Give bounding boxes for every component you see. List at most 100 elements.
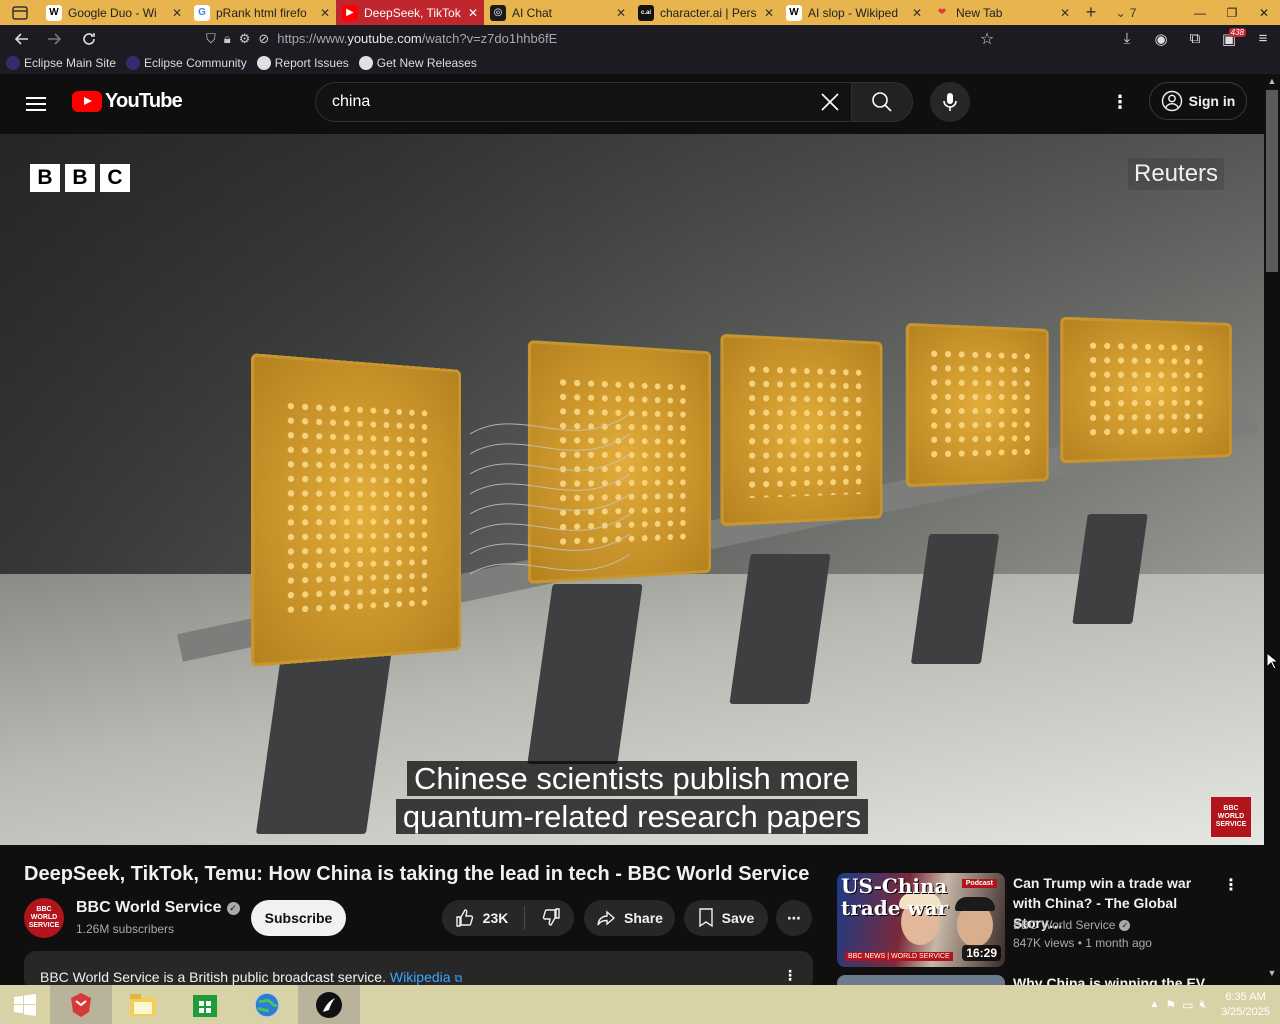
browser-tab[interactable]: ◎ AI Chat ✕ — [484, 0, 632, 25]
scroll-up-arrow-icon[interactable]: ▲ — [1264, 76, 1280, 86]
search-button[interactable] — [851, 82, 913, 122]
tab-list-button[interactable]: ⌄ 7 — [1106, 0, 1146, 25]
search-input[interactable]: china — [315, 82, 851, 122]
recommended-title[interactable]: Why China is winning the EV — [1013, 975, 1205, 985]
forward-button[interactable] — [38, 25, 72, 52]
like-button[interactable]: 23K — [455, 908, 508, 928]
shield-icon[interactable]: ⛉ — [206, 31, 216, 47]
url-path: /watch?v=z7do1hhb6fE — [421, 31, 558, 46]
dislike-button[interactable] — [541, 907, 561, 930]
action-center-flag-icon[interactable]: ⚑ — [1165, 998, 1176, 1012]
youtube-logo[interactable]: YouTube — [72, 90, 183, 113]
recommended-video[interactable]: US-China trade war Podcast BBC NEWS | WO… — [837, 873, 1257, 967]
recommended-video[interactable]: Why China is winning the EV — [837, 975, 1257, 985]
recommended-kebab-icon[interactable]: ⋮ — [1223, 875, 1239, 895]
subtitle-text: quantum-related research papers — [395, 799, 869, 834]
like-dislike-group: 23K — [442, 900, 574, 936]
reload-button[interactable] — [72, 25, 106, 52]
video-thumbnail[interactable]: US-China trade war Podcast BBC NEWS | WO… — [837, 873, 1005, 967]
close-window-button[interactable]: ✕ — [1248, 0, 1280, 25]
browser-tab[interactable]: c.ai character.ai | Pers ✕ — [632, 0, 780, 25]
page-scrollbar[interactable]: ▲ ▼ — [1264, 74, 1280, 985]
close-tab-icon[interactable]: ✕ — [912, 6, 922, 20]
close-tab-icon[interactable]: ✕ — [468, 6, 478, 20]
video-thumbnail[interactable] — [837, 975, 1005, 985]
save-button[interactable]: Save — [684, 900, 768, 936]
taskbar-drawing-app-icon[interactable] — [298, 985, 360, 1024]
extensions-icon[interactable]: ⧉ — [1178, 30, 1212, 47]
taskbar-globe-app-icon[interactable] — [236, 985, 298, 1024]
clock-date: 3/25/2025 — [1221, 1005, 1270, 1018]
taskbar-clock[interactable]: 6:35 AM 3/25/2025 — [1221, 990, 1270, 1020]
browser-tab[interactable]: W Google Duo - Wi ✕ — [40, 0, 188, 25]
network-icon[interactable]: ▭ — [1182, 998, 1193, 1012]
account-circle-icon — [1161, 90, 1182, 112]
scroll-down-arrow-icon[interactable]: ▼ — [1264, 968, 1280, 978]
bbc-watermark: B B C — [30, 164, 130, 192]
video-player[interactable]: B B C Reuters Chinese scientists publish… — [0, 134, 1264, 845]
sign-in-button[interactable]: Sign in — [1149, 82, 1247, 120]
url-bar[interactable]: ⛉ 🔒︎ ⚙︎ ⊘ https://www.youtube.com/watch?… — [206, 25, 1006, 52]
bookmark-item[interactable]: Get New Releases — [358, 56, 477, 70]
bookmark-item[interactable]: Eclipse Community — [126, 56, 247, 70]
share-button[interactable]: Share — [584, 900, 675, 936]
lock-icon[interactable]: 🔒︎ — [224, 31, 231, 47]
subscribe-button[interactable]: Subscribe — [251, 900, 346, 936]
browser-tab[interactable]: ▶ DeepSeek, TikTok ✕ — [336, 0, 484, 25]
windows-taskbar: ▲ ⚑ ▭ 🔇︎ 6:35 AM 3/25/2025 — [0, 985, 1280, 1024]
close-tab-icon[interactable]: ✕ — [172, 6, 182, 20]
volume-muted-icon[interactable]: 🔇︎ — [1200, 997, 1208, 1012]
tab-favicon-icon: ▶ — [342, 4, 358, 21]
scrollbar-thumb[interactable] — [1266, 90, 1278, 272]
recommended-meta: 847K views • 1 month ago — [1013, 936, 1152, 950]
bookmark-item[interactable]: Eclipse Main Site — [6, 56, 116, 70]
toolbar-right: ⤓ ◉ ⧉ ▣ 438 ≡ — [1110, 25, 1280, 52]
taskbar-firefox-icon[interactable] — [50, 985, 112, 1024]
tab-favicon-icon: G — [194, 4, 210, 21]
wikipedia-link[interactable]: Wikipedia — [390, 969, 451, 985]
hamburger-menu-icon[interactable] — [24, 92, 48, 116]
bookmark-favicon-icon — [6, 56, 20, 70]
browser-tab[interactable]: GpRank html firefo ✕ — [188, 0, 336, 25]
window-controls: — ❐ ✕ — [1184, 0, 1280, 25]
close-tab-icon[interactable]: ✕ — [320, 6, 330, 20]
channel-avatar[interactable]: BBC WORLD SERVICE — [24, 898, 64, 938]
bookmark-item[interactable]: Report Issues — [256, 56, 349, 70]
description-kebab-icon[interactable]: ⋮ — [783, 967, 797, 984]
browser-tab[interactable]: ❤ New Tab ✕ — [928, 0, 1076, 25]
taskbar-store-icon[interactable] — [174, 985, 236, 1024]
back-button[interactable] — [4, 25, 38, 52]
close-tab-icon[interactable]: ✕ — [764, 6, 774, 20]
taskbar-file-explorer-icon[interactable] — [112, 985, 174, 1024]
downloads-icon[interactable]: ⤓ — [1110, 30, 1144, 47]
app-menu-icon[interactable]: ≡ — [1246, 30, 1280, 47]
view-count: 847K views — [1013, 936, 1075, 950]
tray-expand-icon[interactable]: ▲ — [1149, 999, 1159, 1010]
clear-search-icon[interactable] — [817, 89, 843, 115]
bookmark-label: Eclipse Community — [144, 56, 247, 70]
description-text: BBC World Service is a British public br… — [40, 969, 386, 985]
url-text[interactable]: https://www.youtube.com/watch?v=z7do1hhb… — [277, 31, 557, 46]
minimize-button[interactable]: — — [1184, 0, 1216, 25]
channel-name-link[interactable]: BBC World Service ✓ — [76, 899, 240, 917]
youtube-play-icon — [72, 91, 102, 112]
start-button[interactable] — [0, 985, 50, 1024]
tab-manager-icon[interactable] — [0, 0, 40, 25]
bookmark-star-icon[interactable]: ☆ — [970, 25, 1004, 52]
extension-badge-icon[interactable]: ▣ 438 — [1212, 27, 1246, 48]
voice-search-button[interactable] — [930, 82, 970, 122]
podcast-badge: Podcast — [961, 879, 997, 888]
permissions-icon[interactable]: ⚙︎ — [239, 31, 251, 47]
tracking-off-icon[interactable]: ⊘ — [258, 31, 269, 47]
more-actions-button[interactable]: ⋯ — [776, 900, 812, 936]
settings-kebab-icon[interactable]: ⋮ — [1108, 90, 1132, 114]
tab-favicon-icon: W — [786, 4, 802, 21]
recommended-channel[interactable]: BBC World Service ✓ — [1013, 918, 1131, 932]
new-tab-button[interactable]: + — [1076, 0, 1106, 25]
browser-tab[interactable]: W AI slop - Wikiped ✕ — [780, 0, 928, 25]
clock-time: 6:35 AM — [1225, 990, 1266, 1003]
restore-button[interactable]: ❐ — [1216, 0, 1248, 25]
account-icon[interactable]: ◉ — [1144, 30, 1178, 48]
close-tab-icon[interactable]: ✕ — [1060, 6, 1070, 20]
close-tab-icon[interactable]: ✕ — [616, 6, 626, 20]
